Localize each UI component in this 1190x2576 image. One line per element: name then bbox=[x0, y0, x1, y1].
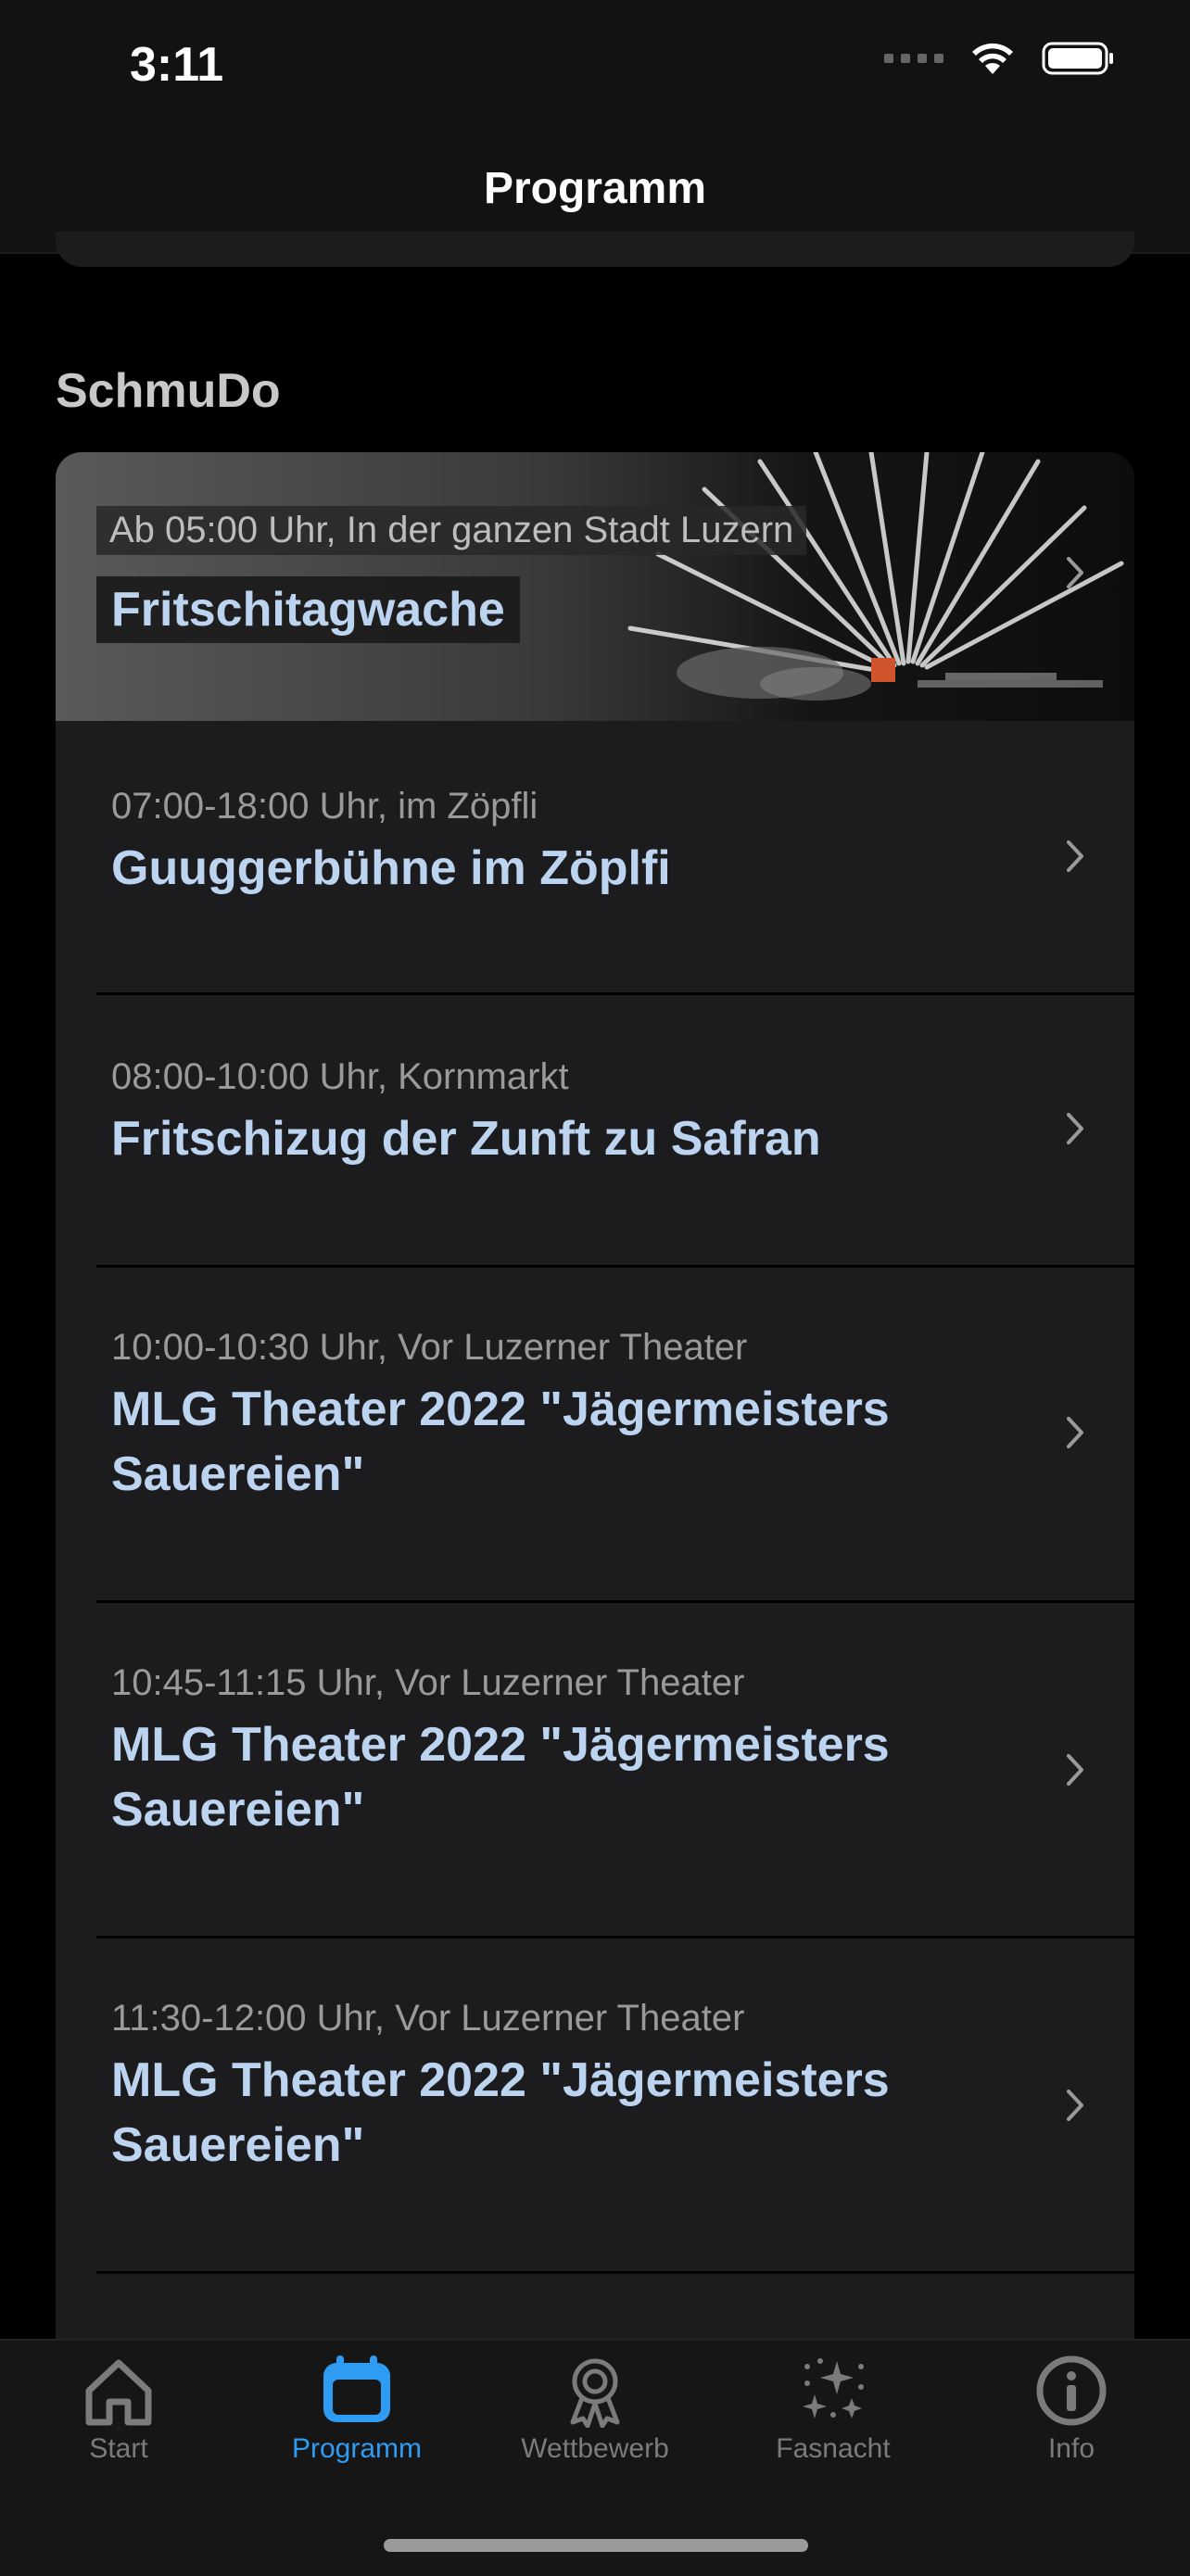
event-title: MLG Theater 2022 "Jägermeisters Sauereie… bbox=[111, 2053, 890, 2172]
tab-programm[interactable]: Programm bbox=[255, 2341, 459, 2470]
event-row[interactable]: 10:45-11:15 Uhr, Vor Luzerner Theater ML… bbox=[56, 1603, 1134, 1938]
event-subtitle: 08:00-10:00 Uhr, Kornmarkt bbox=[111, 1056, 569, 1097]
tab-info[interactable]: Info bbox=[969, 2341, 1173, 2470]
event-list-card: Ab 05:00 Uhr, In der ganzen Stadt Luzern… bbox=[56, 452, 1134, 2398]
status-time: 3:11 bbox=[130, 38, 224, 92]
event-row[interactable]: 11:30-12:00 Uhr, Vor Luzerner Theater ML… bbox=[56, 1938, 1134, 2274]
event-title: Fritschizug der Zunft zu Safran bbox=[111, 1112, 821, 1166]
page-title: Programm bbox=[483, 164, 707, 213]
chevron-right-icon bbox=[1067, 1754, 1083, 1786]
tab-label: Programm bbox=[291, 2433, 423, 2464]
hero-event-title: Fritschitagwache bbox=[96, 576, 520, 643]
award-icon bbox=[570, 2358, 620, 2428]
chevron-right-icon bbox=[1067, 1417, 1083, 1448]
calendar-icon bbox=[323, 2355, 390, 2422]
sparkles-icon bbox=[803, 2358, 864, 2418]
tab-label: Fasnacht bbox=[776, 2433, 891, 2464]
chevron-right-icon bbox=[1067, 2090, 1083, 2121]
status-bar: 3:11 bbox=[0, 0, 1190, 139]
status-icons bbox=[884, 41, 1116, 76]
event-row[interactable]: 07:00-18:00 Uhr, im Zöpfli Guuggerbühne … bbox=[56, 721, 1134, 995]
event-subtitle: 10:00-10:30 Uhr, Vor Luzerner Theater bbox=[111, 1327, 748, 1368]
home-icon bbox=[85, 2359, 152, 2426]
event-title: MLG Theater 2022 "Jägermeisters Sauereie… bbox=[111, 1718, 890, 1837]
tab-wettbewerb[interactable]: Wettbewerb bbox=[493, 2341, 697, 2470]
wifi-icon bbox=[972, 43, 1013, 74]
chevron-right-icon bbox=[1067, 1113, 1083, 1144]
chevron-right-icon bbox=[1067, 840, 1083, 872]
tab-label: Info bbox=[1047, 2433, 1095, 2464]
tab-label: Wettbewerb bbox=[521, 2433, 669, 2464]
event-row[interactable]: 08:00-10:00 Uhr, Kornmarkt Fritschizug d… bbox=[56, 995, 1134, 1268]
event-subtitle: 10:45-11:15 Uhr, Vor Luzerner Theater bbox=[111, 1662, 745, 1703]
previous-card-edge bbox=[56, 232, 1134, 267]
chevron-right-icon bbox=[1067, 557, 1083, 588]
home-indicator[interactable] bbox=[384, 2539, 808, 2552]
cellular-signal-icon bbox=[884, 54, 943, 63]
info-icon bbox=[1036, 2355, 1107, 2426]
tab-label: Start bbox=[89, 2433, 148, 2464]
event-subtitle: 07:00-18:00 Uhr, im Zöpfli bbox=[111, 786, 538, 827]
tab-fasnacht[interactable]: Fasnacht bbox=[731, 2341, 935, 2470]
hero-event-row[interactable]: Ab 05:00 Uhr, In der ganzen Stadt Luzern… bbox=[56, 452, 1134, 721]
event-title: Guuggerbühne im Zöplfi bbox=[111, 841, 671, 895]
hero-event-subtitle: Ab 05:00 Uhr, In der ganzen Stadt Luzern bbox=[96, 506, 807, 555]
event-subtitle: 11:30-12:00 Uhr, Vor Luzerner Theater bbox=[111, 1998, 745, 2039]
row-divider bbox=[96, 2271, 1134, 2274]
event-row[interactable]: 10:00-10:30 Uhr, Vor Luzerner Theater ML… bbox=[56, 1268, 1134, 1603]
section-title: SchmuDo bbox=[56, 364, 281, 418]
event-title: MLG Theater 2022 "Jägermeisters Sauereie… bbox=[111, 1383, 890, 1501]
battery-icon bbox=[1042, 42, 1113, 75]
tab-start[interactable]: Start bbox=[17, 2341, 221, 2470]
